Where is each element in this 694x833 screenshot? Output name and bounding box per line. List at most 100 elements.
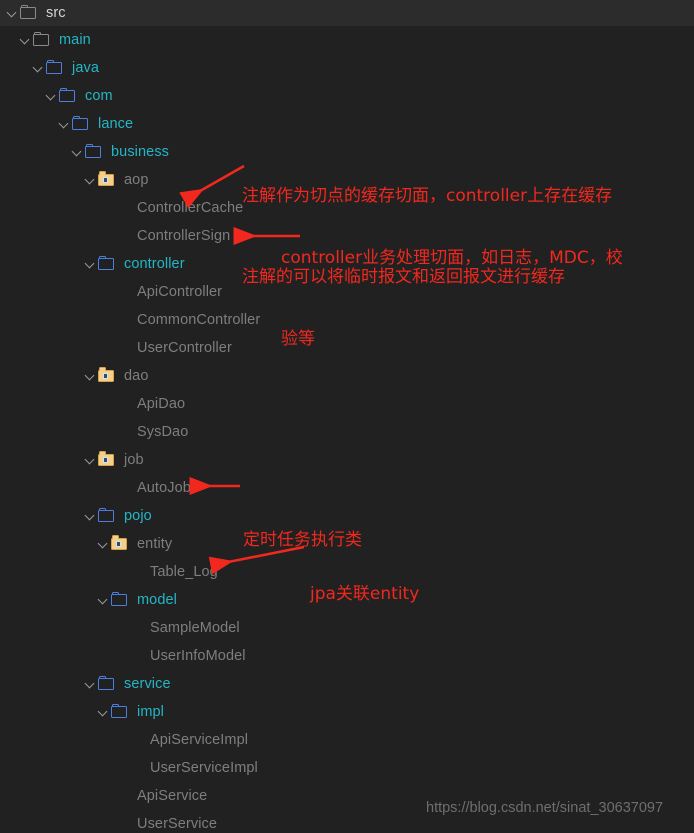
tree-row-src[interactable]: src [0, 0, 694, 26]
watermark: https://blog.csdn.net/sinat_30637097 [426, 800, 664, 816]
folder-blue-icon [59, 82, 77, 110]
folder-blue-icon [98, 250, 116, 278]
tree-label: model [137, 592, 177, 608]
folder-blue-icon [111, 586, 129, 614]
project-tree-screenshot: src main java com lance business aop Controlle… [0, 0, 694, 833]
file-no-icon [111, 278, 129, 306]
chevron-down-icon[interactable] [45, 82, 59, 110]
tree-label: ApiDao [137, 396, 186, 412]
tree-row[interactable]: com [0, 82, 694, 110]
folder-blue-icon [98, 670, 116, 698]
tree-indent-spacer [97, 334, 111, 362]
tree-label: java [72, 60, 99, 76]
tree-row[interactable]: main [0, 26, 694, 54]
folder-blue-icon [72, 110, 90, 138]
tree-label: SampleModel [150, 620, 240, 636]
folder-gray-icon [33, 26, 51, 54]
tree-label: ApiService [137, 788, 208, 804]
chevron-down-icon[interactable] [19, 26, 33, 54]
file-no-icon [124, 726, 142, 754]
tree-indent-spacer [110, 642, 124, 670]
folder-blue-icon [98, 502, 116, 530]
annotation-controller-sign: controller业务处理切面，如日志，MDC，校 验等 [281, 191, 623, 407]
chevron-down-icon[interactable] [58, 110, 72, 138]
tree-label: Table_Log [150, 564, 218, 580]
file-no-icon [111, 334, 129, 362]
tree-indent-spacer [97, 390, 111, 418]
tree-label: lance [98, 116, 134, 132]
folder-yellow-icon [98, 166, 116, 194]
tree-row[interactable]: job [0, 446, 694, 474]
tree-indent-spacer [110, 726, 124, 754]
tree-indent-spacer [97, 782, 111, 810]
tree-row[interactable]: ApiServiceImpl [0, 726, 694, 754]
file-no-icon [124, 642, 142, 670]
folder-yellow-icon [98, 446, 116, 474]
annotation-entity-line1: jpa关联entity [310, 584, 420, 604]
tree-label: ControllerCache [137, 200, 244, 216]
tree-indent-spacer [97, 278, 111, 306]
chevron-down-icon[interactable] [32, 54, 46, 82]
chevron-down-icon[interactable] [97, 586, 111, 614]
tree-label: UserController [137, 340, 232, 356]
folder-yellow-icon [98, 362, 116, 390]
file-no-icon [124, 754, 142, 782]
folder-yellow-icon [111, 530, 129, 558]
tree-row[interactable]: UserServiceImpl [0, 754, 694, 782]
tree-row[interactable]: service [0, 670, 694, 698]
tree-label: job [124, 452, 144, 468]
tree-row[interactable]: impl [0, 698, 694, 726]
tree-label: ControllerSign [137, 228, 231, 244]
tree-indent-spacer [110, 614, 124, 642]
tree-label: controller [124, 256, 185, 272]
file-no-icon [111, 782, 129, 810]
file-no-icon [111, 810, 129, 833]
chevron-down-icon[interactable] [84, 250, 98, 278]
chevron-down-icon[interactable] [6, 0, 20, 27]
tree-label: impl [137, 704, 164, 720]
tree-label: main [59, 32, 91, 48]
chevron-down-icon[interactable] [97, 530, 111, 558]
tree-label: AutoJob [137, 480, 191, 496]
tree-indent-spacer [97, 306, 111, 334]
folder-blue-icon [46, 54, 64, 82]
file-no-icon [111, 194, 129, 222]
tree-row[interactable]: java [0, 54, 694, 82]
tree-indent-spacer [97, 418, 111, 446]
folder-blue-icon [111, 698, 129, 726]
tree-indent-spacer [110, 754, 124, 782]
tree-label: ApiController [137, 284, 223, 300]
chevron-down-icon[interactable] [97, 698, 111, 726]
tree-label: UserServiceImpl [150, 760, 258, 776]
tree-label: business [111, 144, 170, 160]
file-no-icon [111, 418, 129, 446]
tree-label: UserService [137, 816, 218, 832]
file-no-icon [111, 222, 129, 250]
tree-label: SysDao [137, 424, 189, 440]
annotation-controller-sign-line2: 验等 [281, 329, 315, 349]
tree-indent-spacer [110, 558, 124, 586]
tree-label: dao [124, 368, 149, 384]
tree-indent-spacer [97, 222, 111, 250]
chevron-down-icon[interactable] [84, 166, 98, 194]
file-no-icon [111, 390, 129, 418]
tree-label: service [124, 676, 171, 692]
tree-indent-spacer [97, 810, 111, 833]
file-no-icon [124, 558, 142, 586]
chevron-down-icon[interactable] [84, 446, 98, 474]
annotation-controller-sign-line1: controller业务处理切面，如日志，MDC，校 [281, 248, 623, 268]
chevron-down-icon[interactable] [71, 138, 85, 166]
tree-label: ApiServiceImpl [150, 732, 249, 748]
folder-outline-icon [20, 0, 38, 27]
tree-label: com [85, 88, 113, 104]
tree-label: entity [137, 536, 173, 552]
chevron-down-icon[interactable] [84, 670, 98, 698]
folder-blue-icon [85, 138, 103, 166]
tree-indent-spacer [97, 194, 111, 222]
tree-row[interactable]: SysDao [0, 418, 694, 446]
chevron-down-icon[interactable] [84, 362, 98, 390]
file-no-icon [111, 306, 129, 334]
tree-indent-spacer [97, 474, 111, 502]
tree-label: aop [124, 172, 149, 188]
chevron-down-icon[interactable] [84, 502, 98, 530]
